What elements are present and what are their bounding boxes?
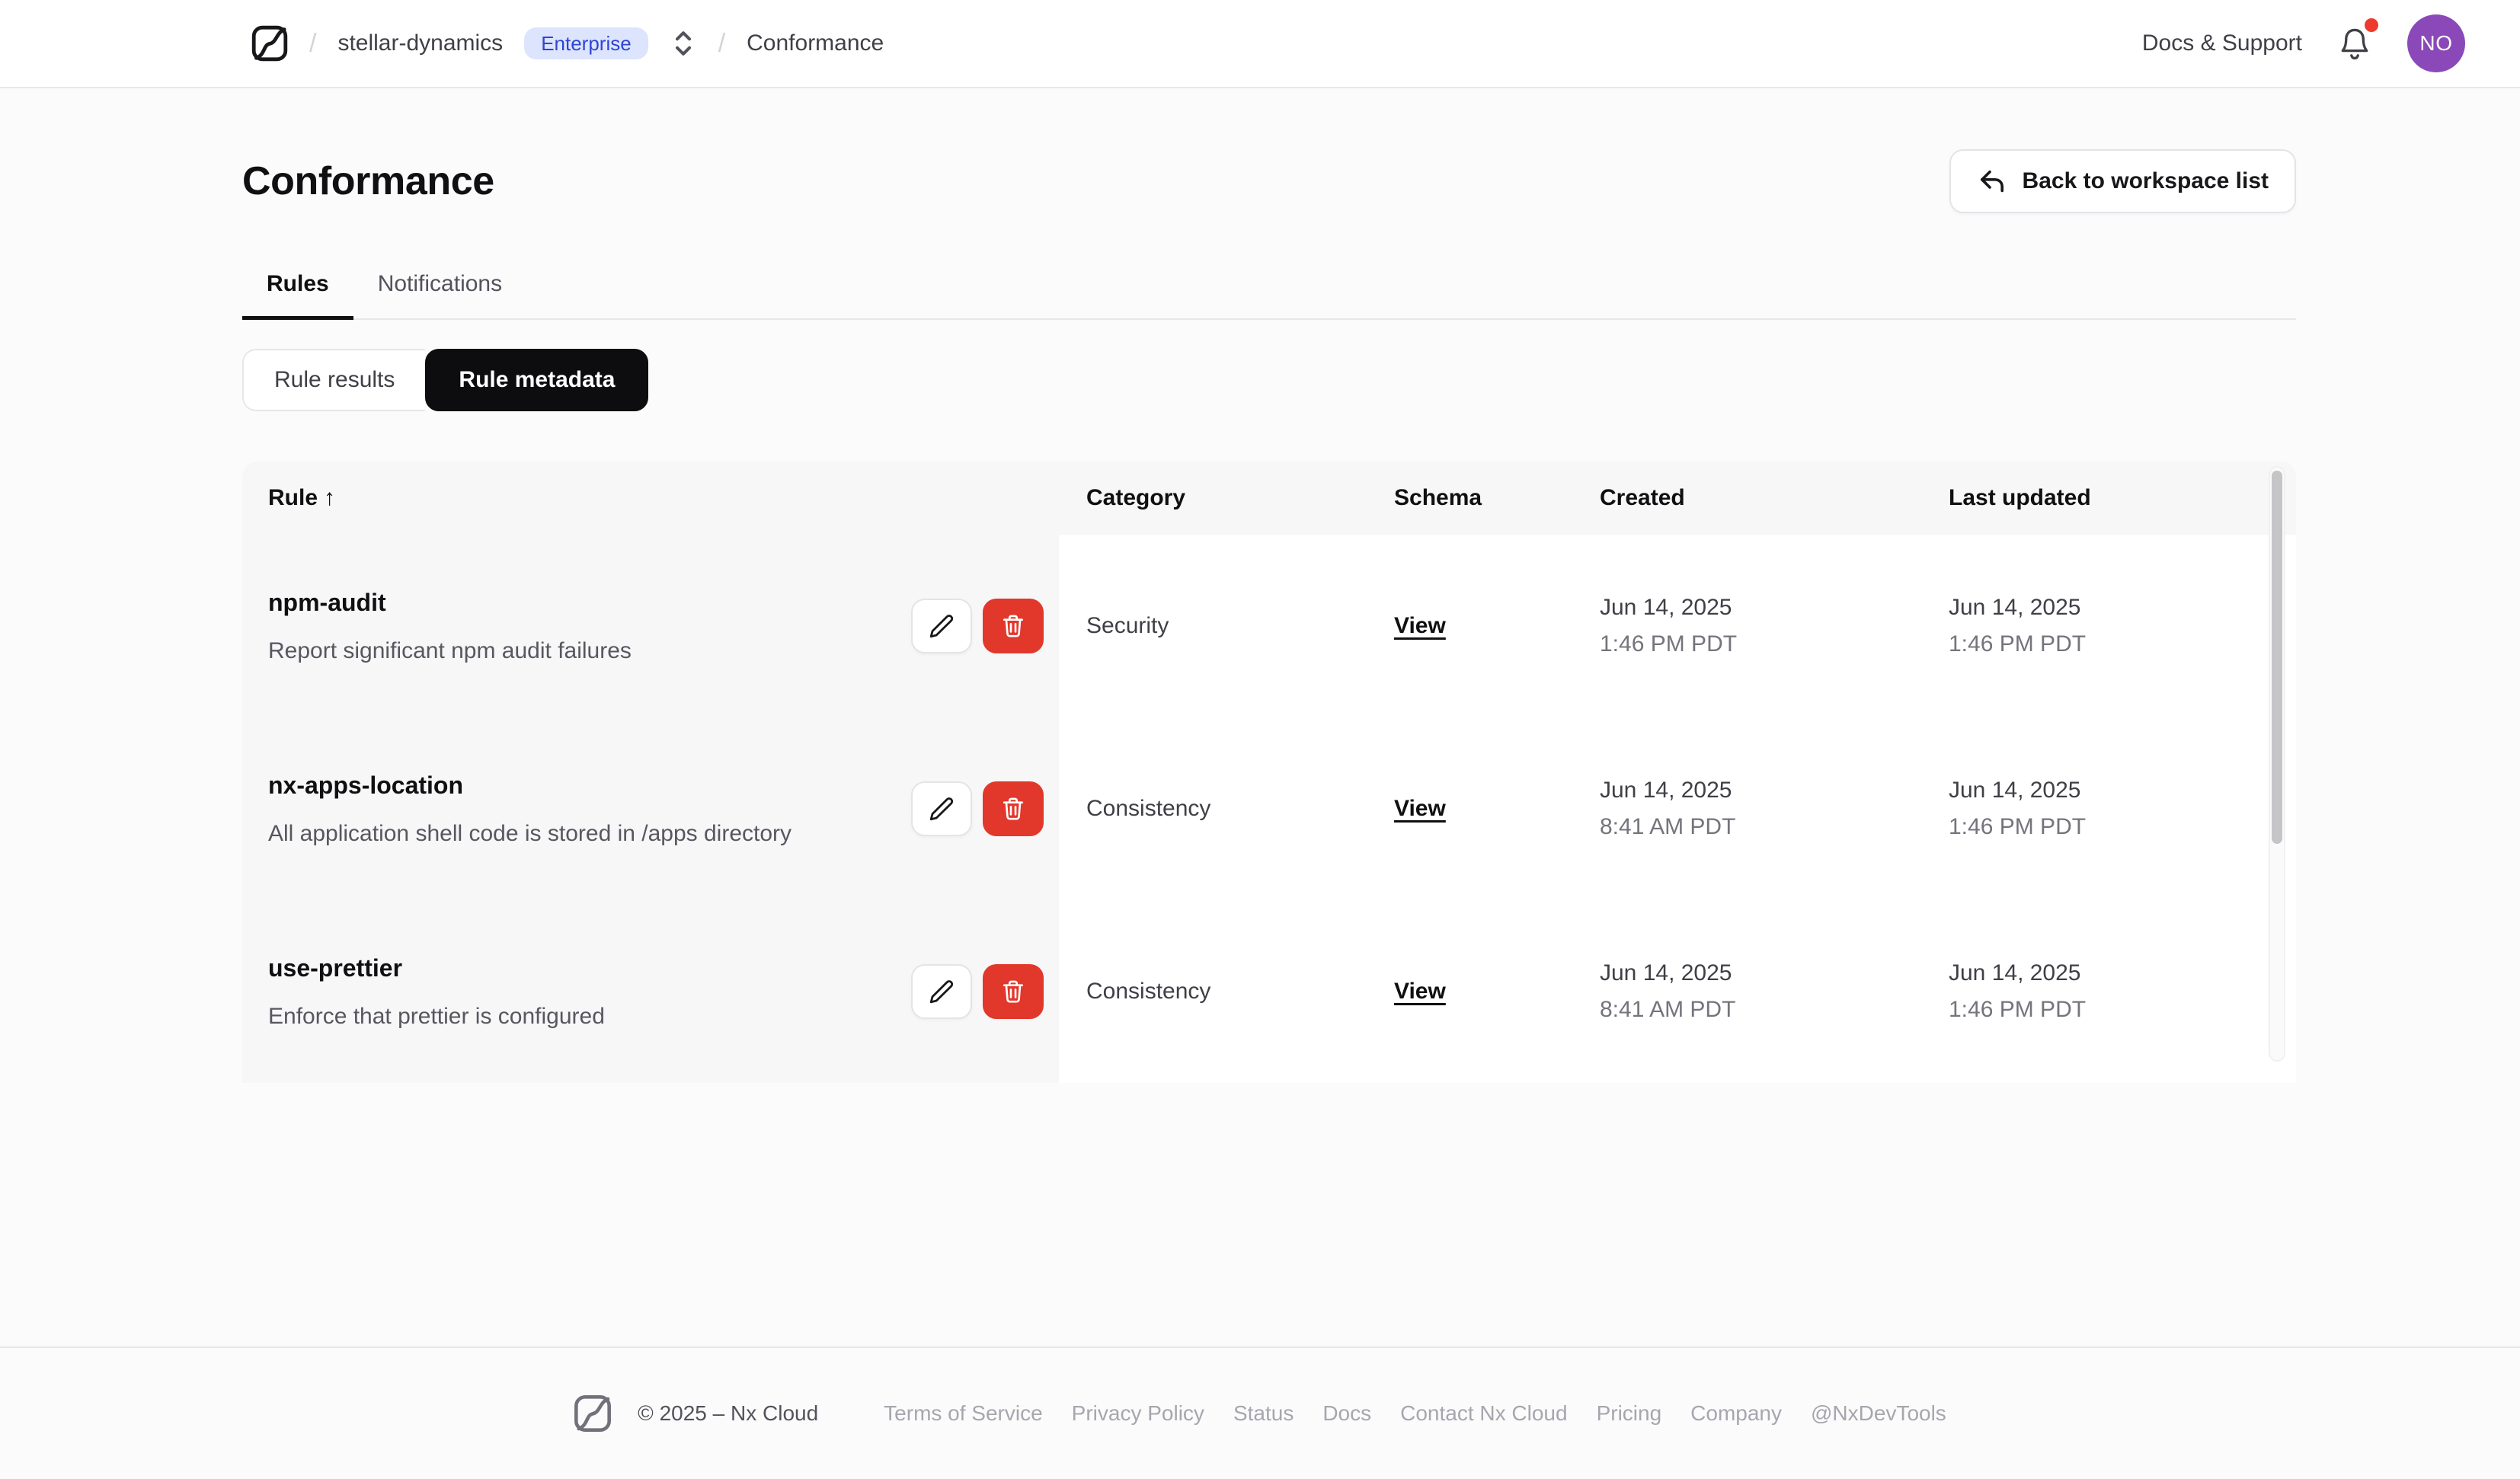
rule-cell: npm-audit Report significant npm audit f… bbox=[242, 535, 1059, 717]
tab-bar: Rules Notifications bbox=[242, 271, 2296, 320]
updated-date: Jun 14, 2025 bbox=[1949, 778, 2081, 803]
schema-view-link[interactable]: View bbox=[1394, 613, 1446, 639]
column-header-schema: Schema bbox=[1394, 485, 1482, 510]
back-button-label: Back to workspace list bbox=[2022, 168, 2269, 193]
footer-link-pricing[interactable]: Pricing bbox=[1597, 1401, 1662, 1426]
nx-cloud-logo-icon[interactable] bbox=[251, 25, 288, 62]
bell-icon bbox=[2339, 26, 2371, 61]
breadcrumb-workspace[interactable]: stellar-dynamics bbox=[337, 30, 503, 56]
footer-link-docs[interactable]: Docs bbox=[1322, 1401, 1371, 1426]
rules-table: Rule ↑ Category Schema Created Last updat… bbox=[242, 462, 2296, 1083]
table-row: npm-audit Report significant npm audit f… bbox=[242, 535, 2296, 717]
nx-footer-logo-icon bbox=[574, 1394, 612, 1433]
updated-time: 1:46 PM PDT bbox=[1949, 631, 2087, 656]
column-header-created: Created bbox=[1600, 485, 1685, 510]
pencil-icon bbox=[928, 978, 955, 1005]
schema-view-link[interactable]: View bbox=[1394, 979, 1446, 1005]
footer-link-terms[interactable]: Terms of Service bbox=[884, 1401, 1043, 1426]
column-header-last-updated: Last updated bbox=[1949, 485, 2091, 510]
rule-description: Enforce that prettier is configured bbox=[268, 1003, 605, 1029]
rule-cell: use-prettier Enforce that prettier is co… bbox=[242, 900, 1059, 1083]
sort-ascending-icon: ↑ bbox=[324, 485, 336, 510]
updated-time: 1:46 PM PDT bbox=[1949, 997, 2087, 1022]
page-title: Conformance bbox=[242, 159, 494, 203]
edit-rule-button[interactable] bbox=[911, 781, 972, 836]
return-arrow-icon bbox=[1977, 166, 2007, 196]
trash-icon bbox=[1000, 979, 1026, 1005]
schema-view-link[interactable]: View bbox=[1394, 796, 1446, 822]
updated-date: Jun 14, 2025 bbox=[1949, 595, 2081, 620]
footer-link-privacy[interactable]: Privacy Policy bbox=[1072, 1401, 1204, 1426]
created-date: Jun 14, 2025 bbox=[1600, 960, 1732, 985]
rule-description: Report significant npm audit failures bbox=[268, 637, 632, 663]
plan-badge: Enterprise bbox=[524, 27, 648, 59]
tab-rules[interactable]: Rules bbox=[242, 271, 353, 320]
table-scrollbar-track[interactable] bbox=[2269, 466, 2285, 1062]
notifications-bell-button[interactable] bbox=[2336, 18, 2378, 64]
view-toggle: Rule results Rule metadata bbox=[242, 349, 2296, 411]
table-scrollbar-thumb[interactable] bbox=[2272, 471, 2282, 845]
footer-link-nxdevtools[interactable]: @NxDevTools bbox=[1811, 1401, 1946, 1426]
delete-rule-button[interactable] bbox=[983, 781, 1044, 836]
pencil-icon bbox=[928, 612, 955, 640]
nav-actions: Docs & Support NO bbox=[2142, 14, 2465, 72]
updated-time: 1:46 PM PDT bbox=[1949, 814, 2087, 839]
tab-notifications[interactable]: Notifications bbox=[353, 271, 526, 318]
table-row: use-prettier Enforce that prettier is co… bbox=[242, 900, 2296, 1083]
breadcrumb-page: Conformance bbox=[747, 30, 884, 56]
breadcrumb-separator: / bbox=[718, 28, 726, 58]
rule-name: nx-apps-location bbox=[268, 771, 464, 799]
category-value: Consistency bbox=[1086, 796, 1211, 821]
main-content: Conformance Back to workspace list Rules… bbox=[0, 88, 2520, 1346]
table-row: nx-apps-location All application shell c… bbox=[242, 717, 2296, 900]
copyright-text: © 2025 – Nx Cloud bbox=[638, 1401, 819, 1425]
delete-rule-button[interactable] bbox=[983, 964, 1044, 1019]
column-header-rule[interactable]: Rule ↑ bbox=[242, 485, 1059, 511]
category-value: Consistency bbox=[1086, 979, 1211, 1004]
rule-results-toggle[interactable]: Rule results bbox=[242, 349, 426, 411]
top-nav: / stellar-dynamics Enterprise / Conforma… bbox=[0, 0, 2520, 88]
category-value: Security bbox=[1086, 613, 1169, 638]
rule-metadata-toggle[interactable]: Rule metadata bbox=[425, 349, 649, 411]
column-header-category: Category bbox=[1086, 485, 1186, 510]
avatar[interactable]: NO bbox=[2407, 14, 2465, 72]
rule-name: use-prettier bbox=[268, 954, 403, 982]
footer-link-status[interactable]: Status bbox=[1233, 1401, 1294, 1426]
created-time: 1:46 PM PDT bbox=[1600, 631, 1738, 656]
created-date: Jun 14, 2025 bbox=[1600, 778, 1732, 803]
pencil-icon bbox=[928, 795, 955, 823]
trash-icon bbox=[1000, 613, 1026, 639]
rule-cell: nx-apps-location All application shell c… bbox=[242, 717, 1059, 900]
updated-date: Jun 14, 2025 bbox=[1949, 960, 2081, 985]
table-header-row: Rule ↑ Category Schema Created Last updat… bbox=[242, 462, 2296, 535]
edit-rule-button[interactable] bbox=[911, 599, 972, 653]
trash-icon bbox=[1000, 796, 1026, 822]
back-to-workspace-list-button[interactable]: Back to workspace list bbox=[1949, 149, 2296, 213]
footer: © 2025 – Nx Cloud Terms of Service Priva… bbox=[0, 1346, 2520, 1479]
delete-rule-button[interactable] bbox=[983, 599, 1044, 653]
app-root: / stellar-dynamics Enterprise / Conforma… bbox=[0, 0, 2520, 1479]
workspace-switcher-button[interactable] bbox=[670, 26, 697, 61]
created-time: 8:41 AM PDT bbox=[1600, 997, 1736, 1022]
footer-link-company[interactable]: Company bbox=[1690, 1401, 1782, 1426]
edit-rule-button[interactable] bbox=[911, 964, 972, 1019]
breadcrumb: / stellar-dynamics Enterprise / Conforma… bbox=[251, 25, 884, 62]
created-date: Jun 14, 2025 bbox=[1600, 595, 1732, 620]
rule-name: npm-audit bbox=[268, 588, 386, 616]
footer-link-contact[interactable]: Contact Nx Cloud bbox=[1400, 1401, 1567, 1426]
notification-dot bbox=[2365, 18, 2378, 32]
chevron-up-down-icon bbox=[673, 29, 694, 58]
rule-description: All application shell code is stored in … bbox=[268, 820, 792, 846]
created-time: 8:41 AM PDT bbox=[1600, 814, 1736, 839]
breadcrumb-separator: / bbox=[309, 28, 317, 58]
docs-support-link[interactable]: Docs & Support bbox=[2142, 30, 2302, 56]
